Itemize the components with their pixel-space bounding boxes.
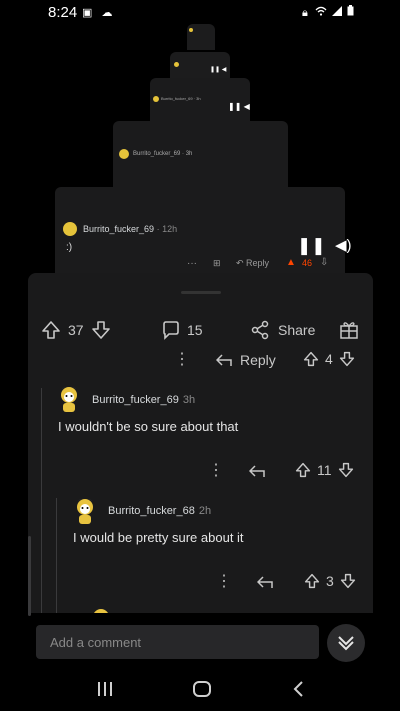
avatar (119, 149, 129, 159)
system-nav-bar (0, 668, 400, 711)
stack-card-1: Burrito_fucker_69 · 3h ❚❚ ◀ (113, 121, 288, 189)
stack-card-2: Burrito_fucker_69 · 3h ❚❚ ◀ (150, 78, 250, 124)
downvote-icon[interactable] (90, 319, 112, 341)
status-bar: 8:24 ▣ ☁ 🔒︎ (0, 0, 400, 26)
stack-author: Burrito_fucker_69 (83, 224, 155, 234)
upvote-icon[interactable] (304, 573, 320, 589)
comment-count: 15 (187, 322, 203, 338)
share-button[interactable]: Share (250, 320, 315, 340)
stack-score: 46 (302, 258, 313, 268)
more-options-icon[interactable]: ⋮ (174, 352, 190, 368)
comment-score: 3 (326, 573, 334, 589)
comments-button[interactable]: 15 (161, 320, 203, 340)
downvote-icon[interactable]: ⇩ (320, 257, 328, 268)
double-chevron-down-icon (335, 632, 357, 654)
volume-icon[interactable]: ◀) (335, 236, 352, 254)
wifi-icon (315, 6, 332, 19)
lock-icon: 🔒︎ (301, 7, 310, 19)
screenshot-icon: ▣ (82, 7, 96, 19)
reply-label: Reply (240, 352, 276, 368)
comment-body: I would be pretty sure about it (73, 530, 244, 545)
recent-apps-button[interactable] (93, 678, 117, 700)
more-options-icon[interactable]: ··· (187, 258, 197, 269)
more-options-icon[interactable]: ⋮ (216, 574, 232, 590)
more-options-icon[interactable]: ⋮ (208, 463, 224, 479)
cloud-icon: ☁ (101, 7, 116, 19)
thread-line (56, 498, 57, 613)
thread-line (41, 388, 42, 613)
comment-vote-bar: 3 (304, 573, 356, 589)
downvote-icon[interactable] (339, 351, 355, 367)
downvote-icon[interactable] (340, 573, 356, 589)
back-button[interactable] (286, 678, 310, 700)
reply-icon[interactable] (257, 575, 273, 589)
home-button[interactable] (190, 678, 214, 700)
collapse-threads-button[interactable] (327, 624, 365, 662)
avatar[interactable] (74, 497, 96, 525)
downvote-icon[interactable] (338, 462, 354, 478)
comment-score: 11 (317, 462, 332, 478)
scrollbar[interactable] (28, 536, 31, 616)
status-time: 8:24 (48, 4, 78, 21)
post-score: 37 (68, 322, 84, 338)
award-icon[interactable] (338, 319, 360, 341)
upvote-active-icon[interactable]: ▲ (286, 257, 296, 268)
drag-handle[interactable] (180, 291, 221, 294)
reply-button[interactable]: Reply (216, 352, 276, 368)
comment-author[interactable]: Burrito_fucker_68 (108, 505, 195, 517)
avatar[interactable] (58, 385, 80, 413)
stack-card-4 (187, 24, 215, 50)
stack-reply-button[interactable]: ↶ Reply (236, 258, 269, 269)
upvote-icon[interactable] (40, 319, 62, 341)
comment-icon (161, 320, 181, 340)
comment-vote-bar: 11 (295, 462, 354, 478)
upvote-icon[interactable] (295, 462, 311, 478)
signal-icon (331, 6, 347, 19)
share-icon (250, 320, 270, 340)
comment-author[interactable]: Burrito_fucker_69 (92, 394, 179, 406)
comment-age: 3h (182, 394, 196, 406)
stack-card-0[interactable]: Burrito_fucker_69 · 12h :) ··· ⊞ ↶ Reply… (55, 187, 345, 277)
comment-input-bar (36, 625, 319, 659)
play-pause-icon[interactable]: ❚❚ (297, 236, 326, 256)
share-label: Share (278, 322, 316, 338)
stack-body: :) (66, 242, 73, 253)
reply-icon[interactable] (249, 464, 265, 478)
reply-icon (216, 353, 232, 367)
add-comment-input[interactable] (36, 625, 319, 659)
reply-vote-bar: 4 (303, 351, 355, 367)
avatar (90, 607, 112, 613)
award-icon[interactable]: ⊞ (213, 258, 221, 269)
comment-body: I wouldn't be so sure about that (58, 419, 239, 434)
comment-sheet: 37 15 Share ⋮ Reply 4 Burrito_fucker_69 … (28, 273, 373, 613)
upvote-icon[interactable] (303, 351, 319, 367)
reply-score: 4 (325, 351, 333, 367)
comment-age: 2h (198, 505, 212, 517)
battery-icon (347, 5, 354, 19)
avatar (63, 222, 77, 236)
